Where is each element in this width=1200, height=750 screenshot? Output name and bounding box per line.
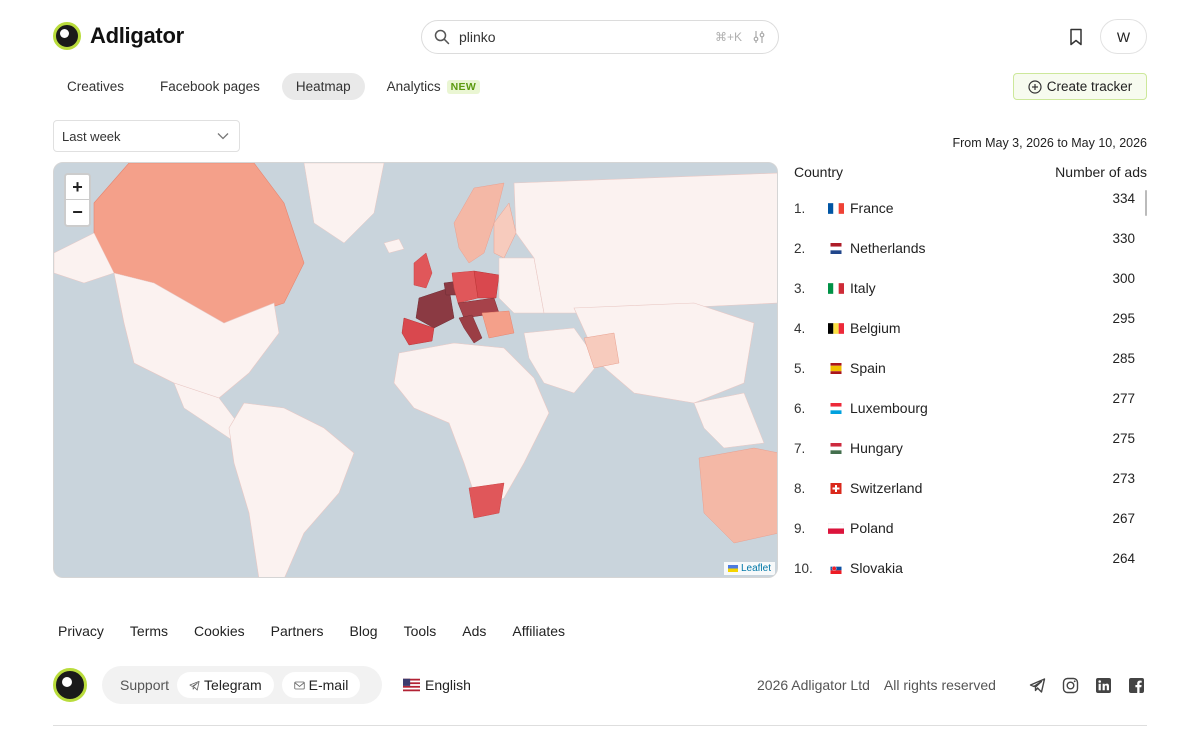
map-attribution[interactable]: Leaflet	[723, 562, 775, 575]
tab-analytics[interactable]: Analytics NEW	[373, 73, 494, 100]
footer-link-blog[interactable]: Blog	[350, 623, 378, 639]
netherlands-flag-icon	[830, 243, 842, 254]
footer-link-affiliates[interactable]: Affiliates	[512, 623, 565, 639]
telegram-icon	[189, 680, 200, 690]
period-select[interactable]: Last week	[53, 120, 240, 152]
tab-facebook-pages[interactable]: Facebook pages	[146, 73, 274, 100]
support-group: Support Telegram E-mail	[102, 666, 382, 704]
spain-flag-icon	[830, 363, 842, 374]
table-header: Country Number of ads	[794, 164, 1147, 180]
date-range-label: From May 3, 2026 to May 10, 2026	[952, 136, 1147, 150]
plus-circle-icon	[1028, 79, 1042, 94]
footer-link-ads[interactable]: Ads	[462, 623, 486, 639]
filter-sliders-icon[interactable]	[752, 30, 766, 44]
table-row[interactable]: 9. Poland 267	[794, 508, 1147, 548]
table-row[interactable]: 10. Slovakia 264	[794, 548, 1147, 588]
language-selector[interactable]: English	[403, 677, 471, 693]
footer-link-cookies[interactable]: Cookies	[194, 623, 245, 639]
luxembourg-flag-icon	[830, 403, 842, 414]
russia-region	[513, 172, 777, 314]
table-row[interactable]: 2. Netherlands 330	[794, 228, 1147, 268]
search-bar[interactable]: plinko ⌘+K	[421, 20, 779, 54]
app-logo[interactable]: Adligator	[53, 22, 184, 50]
search-shortcut-hint: ⌘+K	[714, 30, 742, 44]
ads-count-column-header: Number of ads	[1055, 164, 1147, 180]
app-name: Adligator	[90, 23, 184, 48]
table-row[interactable]: 8. Switzerland 273	[794, 468, 1147, 508]
hungary-flag-icon	[830, 443, 842, 454]
world-map	[54, 163, 777, 577]
zoom-in-button[interactable]: +	[66, 175, 89, 200]
tab-creatives[interactable]: Creatives	[53, 73, 138, 100]
country-list: 1. France 334 2. Netherlands 330 3. Ital…	[794, 188, 1147, 588]
chevron-down-icon	[217, 133, 229, 140]
footer-link-terms[interactable]: Terms	[130, 623, 168, 639]
table-row[interactable]: 7. Hungary 275	[794, 428, 1147, 468]
table-row[interactable]: 3. Italy 300	[794, 268, 1147, 308]
period-select-value: Last week	[62, 128, 121, 144]
footer-divider	[53, 725, 1147, 726]
poland-region	[473, 270, 500, 299]
social-links	[1029, 677, 1145, 694]
footer-logo-icon[interactable]	[53, 668, 87, 702]
slovakia-flag-icon	[830, 563, 842, 574]
support-label: Support	[120, 677, 170, 693]
create-tracker-button[interactable]: Create tracker	[1013, 73, 1147, 100]
linkedin-icon[interactable]	[1095, 677, 1112, 694]
facebook-icon[interactable]	[1128, 677, 1145, 694]
country-column-header: Country	[794, 164, 844, 180]
search-input[interactable]: plinko	[459, 29, 715, 45]
copyright: 2026 Adligator Ltd All rights reserved	[757, 677, 996, 693]
table-row[interactable]: 6. Luxembourg 277	[794, 388, 1147, 428]
new-badge: NEW	[446, 79, 481, 94]
main-tabs: Creatives Facebook pages Heatmap Analyti…	[53, 73, 494, 100]
ukraine-flag-icon	[727, 565, 738, 572]
switzerland-flag-icon	[830, 483, 842, 494]
footer-link-privacy[interactable]: Privacy	[58, 623, 104, 639]
italy-flag-icon	[828, 283, 844, 294]
instagram-icon[interactable]	[1062, 677, 1079, 694]
poland-flag-icon	[828, 523, 844, 534]
table-row[interactable]: 4. Belgium 295	[794, 308, 1147, 348]
footer-link-partners[interactable]: Partners	[271, 623, 324, 639]
us-flag-icon	[403, 678, 420, 692]
tab-heatmap[interactable]: Heatmap	[281, 73, 365, 100]
heatmap-map[interactable]: + − Leaflet	[53, 162, 778, 578]
belgium-flag-icon	[828, 323, 844, 334]
table-row[interactable]: 5. Spain 285	[794, 348, 1147, 388]
footer-links: Privacy Terms Cookies Partners Blog Tool…	[58, 623, 565, 639]
email-button[interactable]: E-mail	[281, 672, 361, 698]
footer-link-tools[interactable]: Tools	[404, 623, 437, 639]
south-africa-region	[468, 482, 505, 519]
bookmark-icon[interactable]	[1066, 27, 1086, 47]
logo-eye-icon	[53, 22, 81, 50]
zoom-control: + −	[64, 173, 91, 227]
table-row[interactable]: 1. France 334	[794, 188, 1147, 228]
zoom-out-button[interactable]: −	[66, 200, 89, 225]
telegram-social-icon[interactable]	[1029, 677, 1046, 694]
mail-icon	[293, 681, 305, 689]
user-avatar[interactable]: W	[1100, 19, 1147, 54]
telegram-button[interactable]: Telegram	[177, 672, 274, 698]
france-flag-icon	[828, 203, 844, 214]
search-icon	[434, 29, 450, 45]
